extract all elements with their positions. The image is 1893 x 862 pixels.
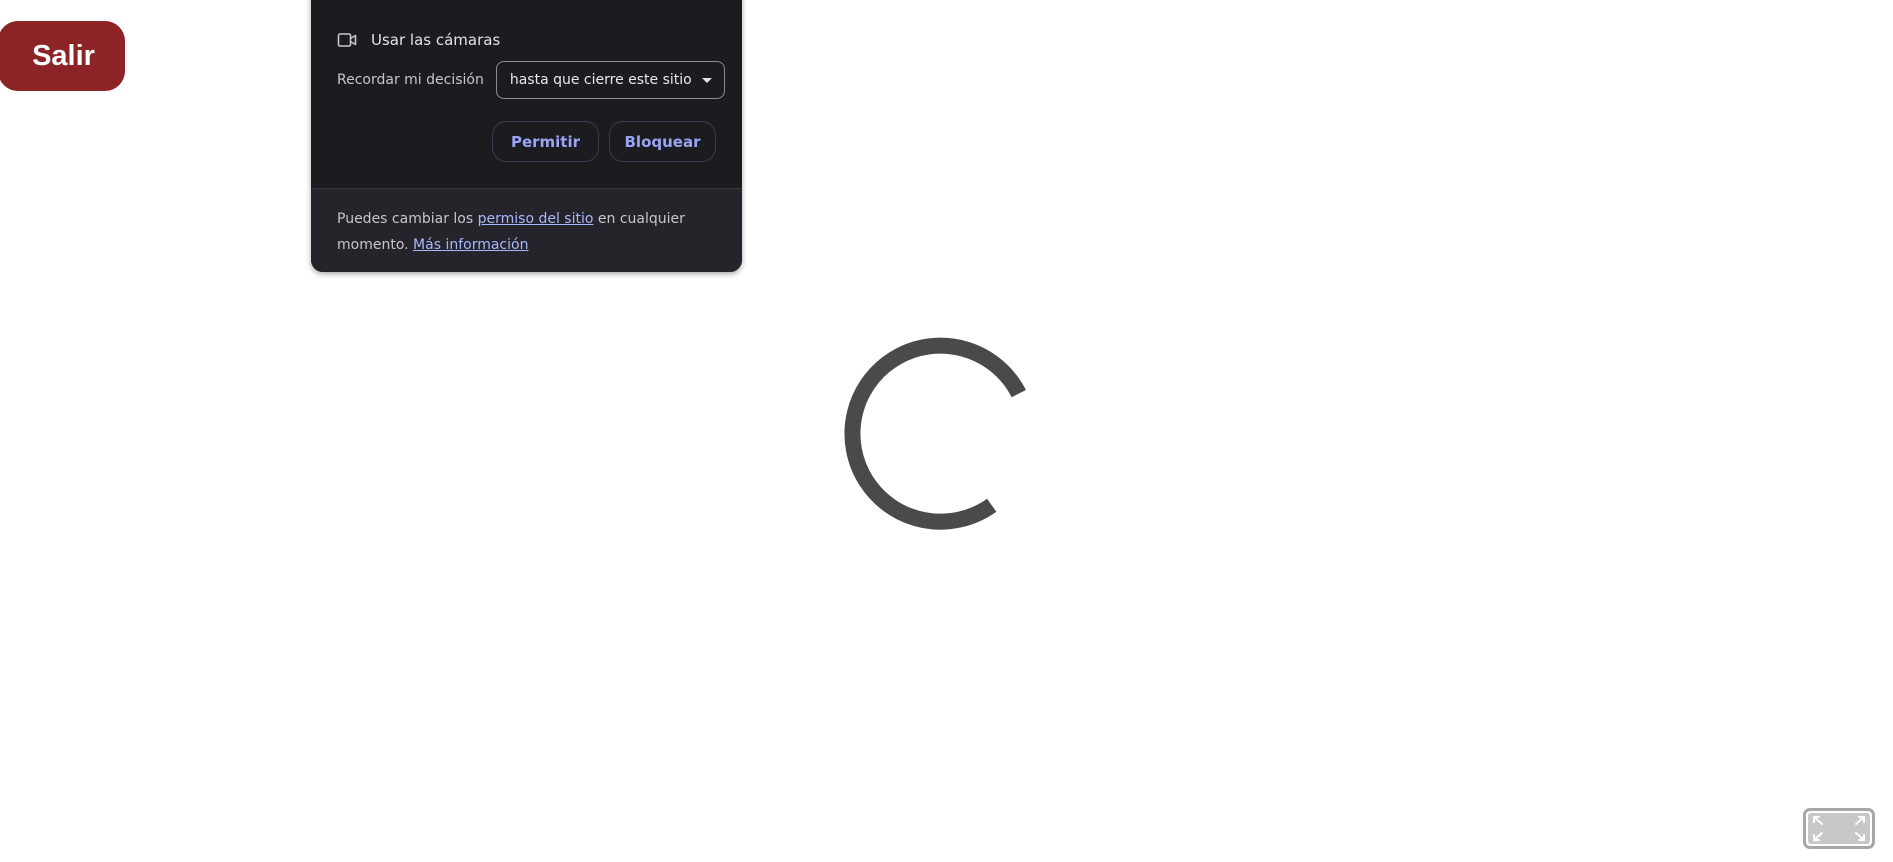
camera-permission-row: Usar las cámaras [337, 28, 500, 52]
permission-popup-body: Usar las cámaras Recordar mi decisión ha… [311, 0, 742, 188]
caret-down-icon [701, 77, 712, 83]
remember-decision-row: Recordar mi decisión hasta que cierre es… [337, 61, 725, 99]
footer-text-before: Puedes cambiar los [337, 211, 478, 227]
exit-button[interactable]: Salir [0, 21, 125, 91]
site-permission-link[interactable]: permiso del sitio [478, 211, 594, 227]
remember-decision-label: Recordar mi decisión [337, 72, 484, 88]
page: Salir Usar las cámaras Recordar mi decis… [0, 0, 1893, 862]
permission-footer: Puedes cambiar los permiso del sitio en … [311, 188, 742, 272]
camera-permission-label: Usar las cámaras [371, 31, 501, 49]
fullscreen-expand-icon [1808, 813, 1870, 844]
allow-button[interactable]: Permitir [492, 121, 599, 162]
video-camera-icon [337, 31, 359, 49]
permission-popup: Usar las cámaras Recordar mi decisión ha… [311, 0, 742, 272]
permission-actions: Permitir Bloquear [492, 121, 716, 162]
block-button[interactable]: Bloquear [609, 121, 716, 162]
learn-more-link[interactable]: Más información [413, 237, 528, 253]
remember-decision-select[interactable]: hasta que cierre este sitio [495, 61, 725, 99]
fullscreen-button[interactable] [1803, 808, 1875, 849]
remember-decision-value: hasta que cierre este sitio [509, 72, 692, 88]
loading-spinner-icon [840, 334, 1040, 534]
